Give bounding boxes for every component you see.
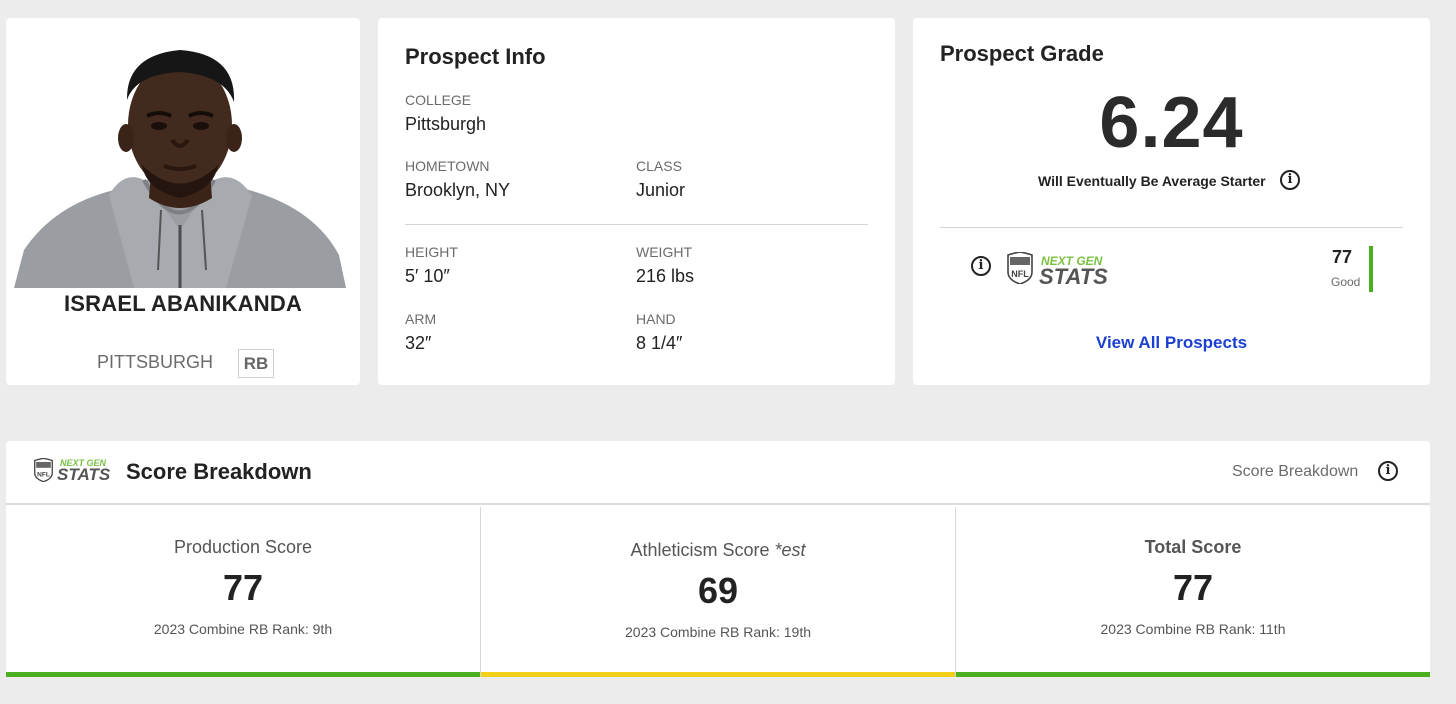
production-score-value: 77 xyxy=(222,567,264,608)
production-score-rank: 2023 Combine RB Rank: 9th xyxy=(153,621,333,637)
college-label: COLLEGE xyxy=(405,92,472,108)
nfl-shield-icon: NFL xyxy=(1007,251,1033,289)
athleticism-score-value: 69 xyxy=(697,570,739,611)
athleticism-score-title: Athleticism Score *est xyxy=(481,540,955,561)
arm-value: 32″ xyxy=(405,333,432,353)
player-card: ISRAEL ABANIKANDA PITTSBURGH RB xyxy=(6,18,360,385)
score-breakdown-header: NFL NEXT GEN STATS Score Breakdown Score… xyxy=(6,441,1430,505)
class-label: CLASS xyxy=(636,158,682,174)
player-name: ISRAEL ABANIKANDA xyxy=(63,291,303,316)
grade-description: Will Eventually Be Average Starter xyxy=(1038,173,1266,189)
hand-label: HAND xyxy=(636,311,676,327)
score-breakdown-title: Score Breakdown xyxy=(126,459,312,484)
nfl-shield-text: NFL xyxy=(37,472,50,479)
info-icon[interactable]: i xyxy=(1280,170,1300,190)
production-score-title: Production Score xyxy=(173,537,313,557)
total-score-rank: 2023 Combine RB Rank: 11th xyxy=(1100,621,1286,637)
nfl-shield-icon: NFL xyxy=(34,457,53,487)
college-value: Pittsburgh xyxy=(405,114,487,134)
info-icon[interactable]: i xyxy=(1378,461,1398,481)
athleticism-score-bar xyxy=(481,672,955,677)
weight-value: 216 lbs xyxy=(636,266,695,286)
ngs-rating: Good xyxy=(1331,275,1361,289)
prospect-grade-card: Prospect Grade 6.24 Will Eventually Be A… xyxy=(913,18,1430,385)
hand-value: 8 1/4″ xyxy=(636,333,683,353)
info-icon[interactable]: i xyxy=(971,256,991,276)
divider xyxy=(405,224,868,225)
athleticism-score-rank: 2023 Combine RB Rank: 19th xyxy=(625,624,811,640)
total-score-column: Total Score 77 2023 Combine RB Rank: 11t… xyxy=(956,507,1430,677)
total-score-title: Total Score xyxy=(1144,537,1242,557)
view-all-prospects-link[interactable]: View All Prospects xyxy=(913,333,1430,353)
athleticism-score-column: Athleticism Score *est 69 2023 Combine R… xyxy=(480,507,956,677)
nfl-shield-text: NFL xyxy=(1011,269,1029,279)
prospect-grade-title: Prospect Grade xyxy=(940,41,1104,66)
hometown-value: Brooklyn, NY xyxy=(405,180,511,200)
class-value: Junior xyxy=(636,180,686,200)
production-score-column: Production Score 77 2023 Combine RB Rank… xyxy=(6,507,480,677)
divider xyxy=(940,227,1403,228)
prospect-info-title: Prospect Info xyxy=(405,44,546,69)
total-score-value: 77 xyxy=(1172,567,1214,608)
ngs-logo-line2: STATS xyxy=(57,465,111,484)
height-label: HEIGHT xyxy=(405,244,458,260)
position-badge: RB xyxy=(238,349,274,378)
ngs-rating-bar xyxy=(1369,246,1373,292)
hometown-label: HOMETOWN xyxy=(405,158,490,174)
total-score-bar xyxy=(956,672,1430,677)
ngs-logo-line2: STATS xyxy=(1039,264,1108,289)
athleticism-score-label: Athleticism Score xyxy=(630,540,770,560)
player-photo xyxy=(14,30,346,288)
weight-label: WEIGHT xyxy=(636,244,692,260)
arm-label: ARM xyxy=(405,311,437,327)
height-value: 5′ 10″ xyxy=(405,266,450,286)
ngs-score: 77 xyxy=(1332,247,1353,267)
prospect-info-card: Prospect Info COLLEGE Pittsburgh HOMETOW… xyxy=(378,18,895,385)
estimate-marker: *est xyxy=(774,540,806,560)
grade-value: 6.24 xyxy=(1099,83,1244,163)
player-school: PITTSBURGH xyxy=(97,352,214,372)
score-breakdown-label: Score Breakdown xyxy=(1232,463,1359,480)
production-score-bar xyxy=(6,672,480,677)
score-breakdown-card: NFL NEXT GEN STATS Score Breakdown Score… xyxy=(6,441,1430,677)
